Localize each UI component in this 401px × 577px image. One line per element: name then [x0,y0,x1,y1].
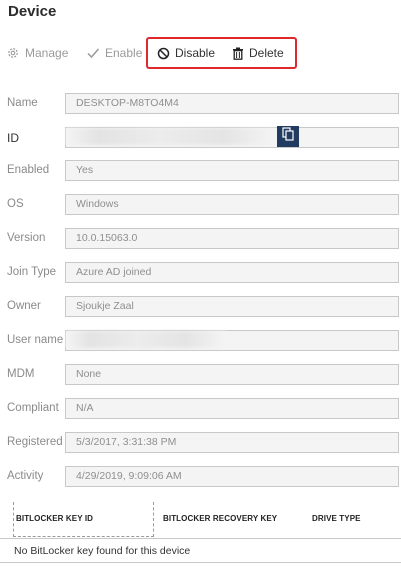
page-title: Device [8,3,57,20]
manage-button[interactable]: Manage [6,44,68,62]
name-field[interactable]: DESKTOP-M8TO4M4 [65,93,399,114]
column-drive-type[interactable]: DRIVE TYPE [312,514,361,523]
copy-button[interactable] [277,126,299,147]
user-name-row: User name [0,330,401,352]
gear-icon [6,46,20,60]
join-type-field[interactable]: Azure AD joined [65,262,399,283]
manage-label: Manage [25,46,69,60]
column-bitlocker-key-id[interactable]: BITLOCKER KEY ID [16,514,93,523]
version-field[interactable]: 10.0.15063.0 [65,228,399,249]
os-field[interactable]: Windows [65,194,399,215]
enabled-label: Enabled [7,164,50,176]
compliant-field[interactable]: N/A [65,398,399,419]
compliant-row: Compliant N/A [0,398,401,420]
enable-button[interactable]: Enable [86,44,142,62]
owner-field[interactable]: Sjoukje Zaal [65,296,399,317]
activity-field[interactable]: 4/29/2019, 9:09:06 AM [65,466,399,487]
copy-icon [282,127,294,146]
column-bitlocker-recovery-key[interactable]: BITLOCKER RECOVERY KEY [163,514,277,523]
user-name-label: User name [7,334,64,346]
join-type-row: Join Type Azure AD joined [0,262,401,284]
activity-label: Activity [7,470,44,482]
version-label: Version [7,232,46,244]
table-row: No BitLocker key found for this device [0,538,401,563]
checkmark-icon [86,46,100,60]
os-label: OS [7,198,24,210]
join-type-label: Join Type [7,266,57,278]
name-row: Name DESKTOP-M8TO4M4 [0,93,401,115]
mdm-row: MDM None [0,364,401,386]
registered-field[interactable]: 5/3/2017, 3:31:38 PM [65,432,399,453]
version-row: Version 10.0.15063.0 [0,228,401,250]
registered-row: Registered 5/3/2017, 3:31:38 PM [0,432,401,454]
enable-label: Enable [105,46,143,60]
enabled-field[interactable]: Yes [65,160,399,181]
mdm-field[interactable]: None [65,364,399,385]
empty-message: No BitLocker key found for this device [14,545,191,557]
name-label: Name [7,97,38,109]
id-label: ID [7,131,19,145]
activity-row: Activity 4/29/2019, 9:09:06 AM [0,466,401,488]
redacted-user-name [66,331,226,348]
highlight-box [146,37,297,69]
os-row: OS Windows [0,194,401,216]
id-row: ID [0,126,401,149]
redacted-id [66,128,276,145]
owner-row: Owner Sjoukje Zaal [0,296,401,318]
compliant-label: Compliant [7,402,59,414]
enabled-row: Enabled Yes [0,160,401,182]
bitlocker-table-header: BITLOCKER KEY ID BITLOCKER RECOVERY KEY … [0,502,401,538]
owner-label: Owner [7,300,41,312]
mdm-label: MDM [7,368,35,380]
registered-label: Registered [7,436,63,448]
